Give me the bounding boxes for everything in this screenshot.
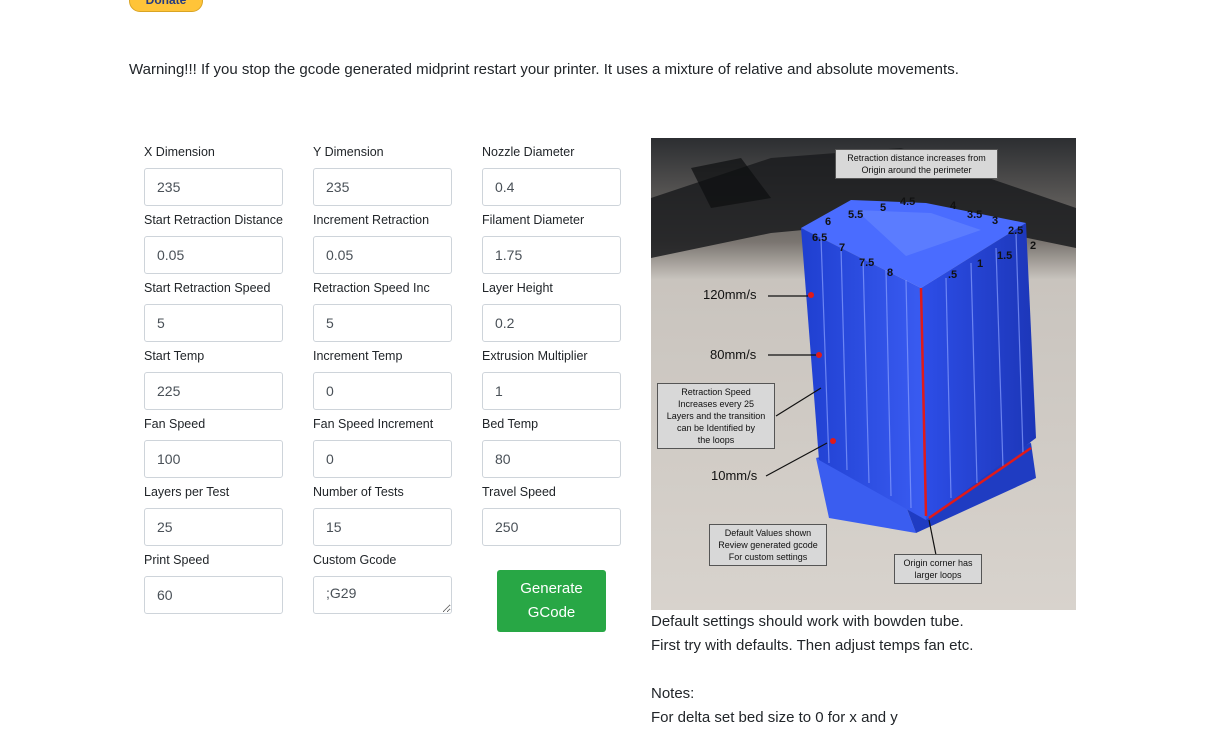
travel-speed-label: Travel Speed (482, 485, 556, 499)
start-temp-input[interactable] (144, 372, 283, 410)
notes-title: Notes: (651, 685, 695, 702)
custom-gcode-label: Custom Gcode (313, 553, 397, 567)
callout-default-values: Default Values shown Review generated gco… (709, 524, 827, 566)
increment-retraction-input[interactable] (313, 236, 452, 274)
num-5: 5 (880, 202, 887, 214)
extrusion-multiplier-input[interactable] (482, 372, 621, 410)
num-6: 6 (825, 216, 832, 228)
nozzle-diameter-input[interactable] (482, 168, 621, 206)
extrusion-multiplier-label: Extrusion Multiplier (482, 349, 588, 363)
travel-speed-input[interactable] (482, 508, 621, 546)
increment-temp-input[interactable] (313, 372, 452, 410)
description-line-1: Default settings should work with bowden… (651, 613, 964, 630)
speed-label-10: 10mm/s (711, 468, 758, 483)
warning-text: Warning!!! If you stop the gcode generat… (129, 61, 959, 78)
callout-default-line-3: For custom settings (728, 552, 808, 562)
num-8: 8 (887, 267, 894, 279)
num-3: 3 (992, 215, 999, 227)
retraction-speed-inc-input[interactable] (313, 304, 452, 342)
x-dimension-label: X Dimension (144, 145, 215, 159)
callout-speed-line-1: Retraction Speed (681, 387, 751, 397)
start-retraction-distance-input[interactable] (144, 236, 283, 274)
callout-origin-line-2: larger loops (914, 570, 962, 580)
layer-height-label: Layer Height (482, 281, 553, 295)
num-0-5: .5 (948, 269, 958, 281)
fan-speed-input[interactable] (144, 440, 283, 478)
num-1: 1 (977, 258, 984, 270)
generate-line-1: Generate (520, 580, 583, 597)
layers-per-test-label: Layers per Test (144, 485, 230, 499)
num-4: 4 (950, 200, 957, 212)
num-5-5: 5.5 (848, 209, 864, 221)
callout-speed-line-5: the loops (697, 435, 735, 445)
filament-diameter-input[interactable] (482, 236, 621, 274)
start-retraction-speed-input[interactable] (144, 304, 283, 342)
generate-gcode-button[interactable]: Generate GCode (497, 570, 606, 632)
generate-line-2: GCode (527, 604, 576, 621)
callout-retraction-speed: Retraction Speed Increases every 25 Layers… (657, 383, 775, 449)
start-retraction-distance-label: Start Retraction Distance (144, 213, 283, 227)
callout-origin-corner: Origin corner has larger loops (894, 554, 982, 584)
num-4-5: 4.5 (900, 196, 916, 208)
number-of-tests-input[interactable] (313, 508, 452, 546)
nozzle-diameter-label: Nozzle Diameter (482, 145, 575, 159)
callout-top-line-1: Retraction distance increases from (847, 153, 986, 163)
callout-retraction-distance: Retraction distance increases from Origin… (835, 149, 998, 179)
filament-diameter-label: Filament Diameter (482, 213, 585, 227)
speed-label-120: 120mm/s (703, 287, 757, 302)
num-2: 2 (1030, 240, 1037, 252)
y-dimension-input[interactable] (313, 168, 452, 206)
bed-temp-input[interactable] (482, 440, 621, 478)
fan-speed-increment-label: Fan Speed Increment (313, 417, 434, 431)
callout-top-line-2: Origin around the perimeter (861, 165, 972, 175)
callout-default-line-2: Review generated gcode (718, 540, 818, 550)
speed-label-80: 80mm/s (710, 347, 757, 362)
x-dimension-input[interactable] (144, 168, 283, 206)
retraction-speed-inc-label: Retraction Speed Inc (313, 281, 430, 295)
y-dimension-label: Y Dimension (313, 145, 384, 159)
callout-origin-line-1: Origin corner has (903, 558, 973, 568)
layer-height-input[interactable] (482, 304, 621, 342)
notes-line-1: For delta set bed size to 0 for x and y (651, 709, 898, 726)
callout-default-line-1: Default Values shown (724, 528, 812, 538)
donate-button[interactable]: Donate (129, 0, 203, 12)
callout-speed-line-3: Layers and the transition (666, 411, 766, 421)
print-speed-label: Print Speed (144, 553, 210, 567)
description-line-2: First try with defaults. Then adjust tem… (651, 637, 974, 654)
bed-temp-label: Bed Temp (482, 417, 539, 431)
num-3-5: 3.5 (967, 209, 983, 221)
callout-speed-line-4: can be Identified by (676, 423, 756, 433)
start-temp-label: Start Temp (144, 349, 205, 363)
number-of-tests-label: Number of Tests (313, 485, 404, 499)
num-7: 7 (839, 242, 846, 254)
start-retraction-speed-label: Start Retraction Speed (144, 281, 271, 295)
print-speed-input[interactable] (144, 576, 283, 614)
fan-speed-increment-input[interactable] (313, 440, 452, 478)
num-6-5: 6.5 (812, 232, 828, 244)
custom-gcode-textarea[interactable]: ;G29 (313, 576, 452, 614)
layers-per-test-input[interactable] (144, 508, 283, 546)
increment-temp-label: Increment Temp (313, 349, 403, 363)
fan-speed-label: Fan Speed (144, 417, 206, 431)
num-1-5: 1.5 (997, 250, 1013, 262)
retraction-tower-photo: Retraction distance increases from Origin… (651, 138, 1076, 610)
increment-retraction-label: Increment Retraction (313, 213, 430, 227)
num-2-5: 2.5 (1008, 225, 1024, 237)
num-7-5: 7.5 (859, 257, 875, 269)
callout-speed-line-2: Increases every 25 (677, 399, 755, 409)
